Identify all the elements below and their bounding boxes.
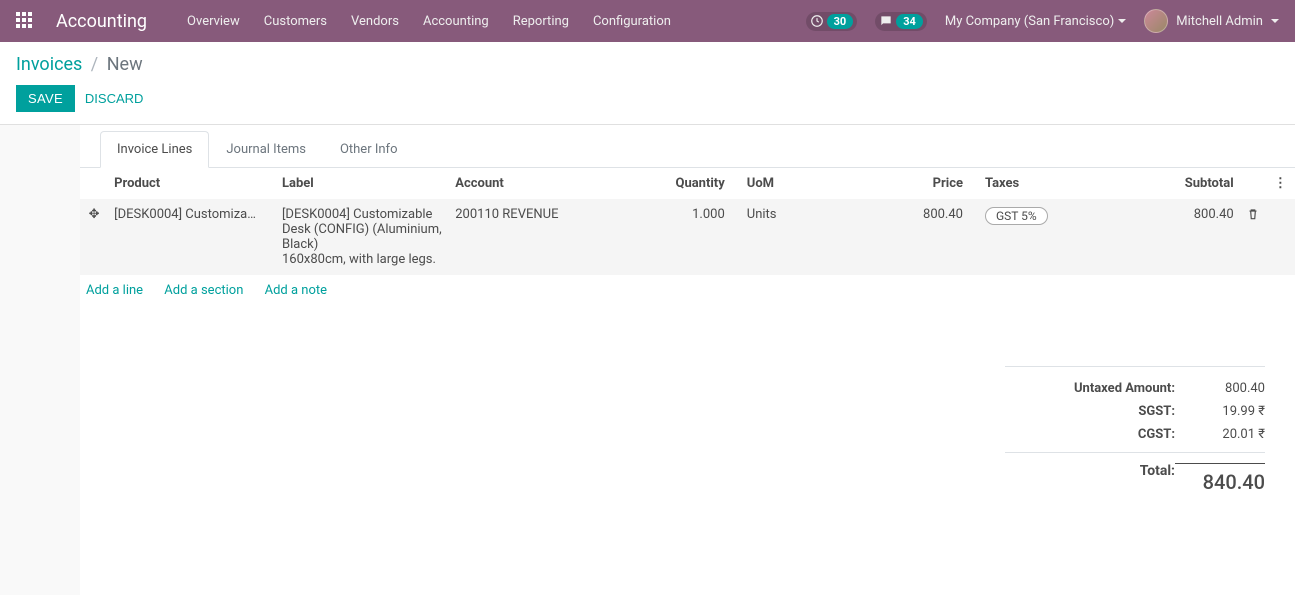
invoice-lines-table: Product Label Account Quantity UoM Price… xyxy=(80,168,1295,306)
col-taxes: Taxes xyxy=(969,168,1121,199)
tab-other-info[interactable]: Other Info xyxy=(323,131,415,168)
cell-account[interactable]: 200110 REVENUE xyxy=(449,199,644,275)
add-links-row: Add a line Add a section Add a note xyxy=(80,275,1295,306)
cell-uom[interactable]: Units xyxy=(731,199,839,275)
col-product: Product xyxy=(108,168,276,199)
discuss-button[interactable]: 34 xyxy=(875,12,927,31)
cell-quantity[interactable]: 1.000 xyxy=(644,199,731,275)
nav-overview[interactable]: Overview xyxy=(187,14,240,29)
chat-icon xyxy=(879,14,893,28)
col-quantity: Quantity xyxy=(644,168,731,199)
col-subtotal: Subtotal xyxy=(1121,168,1240,199)
nav-menu: Overview Customers Vendors Accounting Re… xyxy=(187,14,806,29)
avatar xyxy=(1144,9,1168,33)
sgst-value: 19.99 ₹ xyxy=(1175,404,1265,419)
company-switcher[interactable]: My Company (San Francisco) xyxy=(945,14,1126,29)
col-price: Price xyxy=(839,168,969,199)
table-row[interactable]: ✥ [DESK0004] Customiza… [DESK0004] Custo… xyxy=(80,199,1295,275)
nav-reporting[interactable]: Reporting xyxy=(513,14,569,29)
topbar: Accounting Overview Customers Vendors Ac… xyxy=(0,0,1295,42)
cell-taxes[interactable]: GST 5% xyxy=(969,199,1121,275)
discard-button[interactable]: Discard xyxy=(85,91,144,106)
delete-line-icon[interactable] xyxy=(1240,199,1268,275)
add-section-link[interactable]: Add a section xyxy=(164,283,243,298)
user-menu[interactable]: Mitchell Admin xyxy=(1144,9,1279,33)
add-note-link[interactable]: Add a note xyxy=(265,283,327,298)
add-line-link[interactable]: Add a line xyxy=(86,283,143,298)
total-label: Total: xyxy=(1005,463,1175,494)
cgst-value: 20.01 ₹ xyxy=(1175,427,1265,442)
tax-tag[interactable]: GST 5% xyxy=(985,207,1048,225)
save-button[interactable]: Save xyxy=(16,85,75,112)
control-buttons: Save Discard xyxy=(16,85,1279,112)
col-uom: UoM xyxy=(731,168,839,199)
breadcrumb: Invoices / New xyxy=(16,54,1279,75)
cell-subtotal: 800.40 xyxy=(1121,199,1240,275)
totals-block: Untaxed Amount: 800.40 SGST: 19.99 ₹ CGS… xyxy=(80,366,1295,528)
untaxed-label: Untaxed Amount: xyxy=(1005,381,1175,396)
topbar-right: 30 34 My Company (San Francisco) Mitchel… xyxy=(806,9,1279,33)
col-account: Account xyxy=(449,168,644,199)
cell-price[interactable]: 800.40 xyxy=(839,199,969,275)
control-panel: Invoices / New Save Discard xyxy=(0,42,1295,125)
breadcrumb-separator: / xyxy=(91,54,98,75)
chevron-down-icon xyxy=(1118,19,1126,23)
nav-accounting[interactable]: Accounting xyxy=(423,14,489,29)
activities-button[interactable]: 30 xyxy=(806,12,858,31)
cell-product[interactable]: [DESK0004] Customiza… xyxy=(108,199,276,275)
breadcrumb-parent[interactable]: Invoices xyxy=(16,54,82,75)
tabs: Invoice Lines Journal Items Other Info xyxy=(80,125,1295,168)
drag-handle-icon[interactable]: ✥ xyxy=(80,199,108,275)
sgst-label: SGST: xyxy=(1005,404,1175,419)
clock-icon xyxy=(810,14,824,28)
untaxed-value: 800.40 xyxy=(1175,381,1265,396)
columns-options-icon[interactable]: ⋮ xyxy=(1268,168,1295,199)
app-brand[interactable]: Accounting xyxy=(56,11,147,32)
tab-journal-items[interactable]: Journal Items xyxy=(209,131,323,168)
tab-invoice-lines[interactable]: Invoice Lines xyxy=(100,131,209,168)
total-value: 840.40 xyxy=(1175,463,1265,494)
nav-configuration[interactable]: Configuration xyxy=(593,14,671,29)
nav-vendors[interactable]: Vendors xyxy=(351,14,399,29)
activities-count: 30 xyxy=(827,14,854,29)
breadcrumb-current: New xyxy=(107,54,143,75)
discuss-count: 34 xyxy=(896,14,923,29)
form-container: Invoice Lines Journal Items Other Info P… xyxy=(0,125,1295,595)
company-name: My Company (San Francisco) xyxy=(945,14,1114,29)
apps-icon[interactable] xyxy=(16,12,34,30)
col-label: Label xyxy=(276,168,449,199)
nav-customers[interactable]: Customers xyxy=(264,14,327,29)
chevron-down-icon xyxy=(1271,19,1279,23)
user-name: Mitchell Admin xyxy=(1176,14,1263,29)
cell-label[interactable]: [DESK0004] Customizable Desk (CONFIG) (A… xyxy=(276,199,449,275)
form-gutter xyxy=(0,125,80,595)
form-sheet: Invoice Lines Journal Items Other Info P… xyxy=(80,125,1295,595)
cgst-label: CGST: xyxy=(1005,427,1175,442)
